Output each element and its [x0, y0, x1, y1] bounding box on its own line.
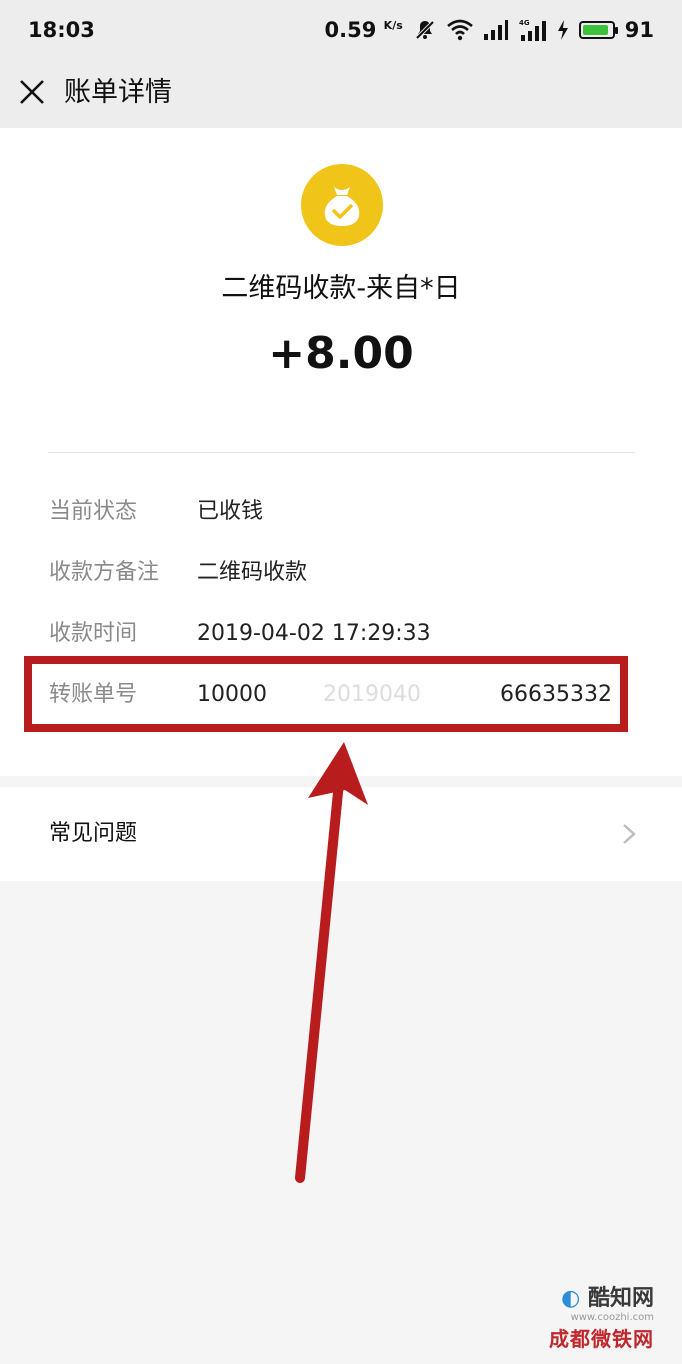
detail-value: 2019-04-02 17:29:33: [197, 621, 431, 646]
watermark-line1-text: 酷知网: [587, 1286, 654, 1311]
divider: [48, 452, 635, 453]
battery-icon: [578, 21, 618, 39]
watermark-url: www.coozhi.com: [570, 1312, 654, 1323]
wifi-icon: [446, 19, 473, 41]
charging-icon: [557, 20, 568, 40]
faq-row[interactable]: 常见问题: [0, 787, 682, 881]
page-title: 账单详情: [64, 77, 172, 108]
detail-label: 收款方备注: [49, 560, 160, 585]
network-speed: 0.59 K/s: [325, 18, 403, 42]
signal-icon: [483, 20, 508, 40]
detail-row-time: 收款时间 2019-04-02 17:29:33: [0, 614, 682, 654]
watermark-line1: ◐ 酷知网: [549, 1280, 654, 1312]
network-speed-value: 0.59: [324, 18, 377, 42]
mute-bell-icon: [415, 20, 435, 40]
money-bag-icon: [301, 164, 383, 246]
detail-row-status: 当前状态 已收钱: [0, 492, 682, 532]
battery-level: 91: [624, 18, 654, 42]
detail-value: 二维码收款: [197, 560, 308, 585]
battery-fill: [582, 25, 609, 35]
network-speed-unit: K/s: [383, 19, 403, 32]
transaction-title: 二维码收款-来自*日: [221, 273, 461, 304]
detail-value: 已收钱: [197, 499, 264, 524]
watermark: ◐ 酷知网 www.coozhi.com 成都微铁网: [549, 1280, 654, 1352]
faq-label: 常见问题: [49, 821, 138, 846]
watermark-logo-icon: ◐: [561, 1286, 588, 1311]
detail-row-remark: 收款方备注 二维码收款: [0, 553, 682, 593]
close-icon[interactable]: [18, 78, 46, 106]
detail-label: 当前状态: [49, 499, 138, 524]
transaction-amount: +8.00: [268, 328, 414, 379]
nav-bar: 账单详情: [0, 60, 682, 128]
watermark-line2: 成都微铁网: [549, 1327, 654, 1351]
signal-4g-icon: 4G: [519, 19, 546, 41]
svg-text:4G: 4G: [519, 19, 530, 27]
status-time: 18:03: [28, 18, 95, 42]
highlight-box: [24, 656, 628, 732]
chevron-right-icon: [623, 824, 636, 844]
detail-label: 收款时间: [49, 621, 138, 646]
status-bar: 18:03 0.59 K/s 4G 91: [0, 0, 682, 60]
status-icons: 0.59 K/s 4G 91: [325, 18, 654, 42]
